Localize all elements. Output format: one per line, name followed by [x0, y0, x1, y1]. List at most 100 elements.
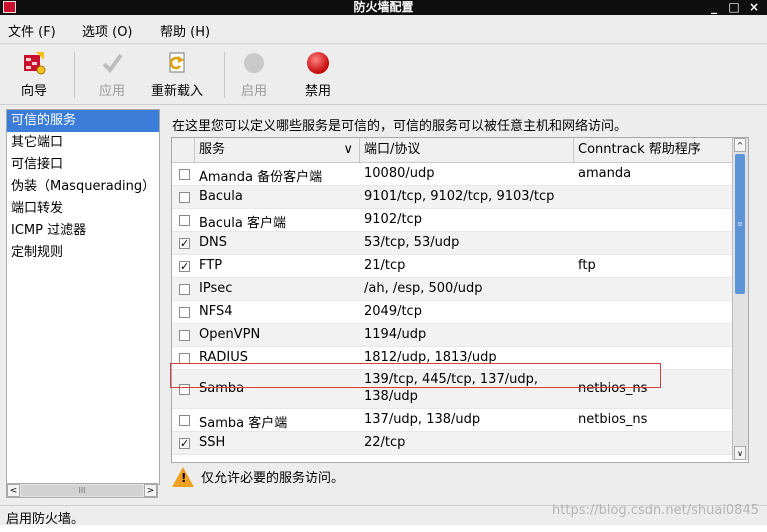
- nav-item[interactable]: 其它端口: [7, 132, 159, 154]
- maximize-button[interactable]: □: [725, 0, 743, 15]
- service-port: 2049/tcp: [364, 304, 422, 319]
- service-name: Bacula: [199, 189, 243, 204]
- service-name: Bacula 客户端: [199, 216, 286, 231]
- toolbar: 向导 应用 重新载入 启用 禁用: [0, 44, 767, 105]
- scroll-thumb[interactable]: III: [21, 485, 143, 496]
- header-check-column: [172, 138, 195, 162]
- wizard-button[interactable]: 向导: [16, 50, 52, 99]
- service-port-continued: 138/udp: [364, 389, 418, 404]
- table-row[interactable]: ✓ DNS 53/tcp, 53/udp: [172, 232, 732, 255]
- disable-label: 禁用: [304, 84, 331, 99]
- service-name: Samba 客户端: [199, 416, 288, 431]
- menu-bar: 文件 (F) 选项 (O) 帮助 (H): [0, 15, 767, 44]
- service-port: 9102/tcp: [364, 212, 422, 227]
- service-name: Amanda 备份客户端: [199, 170, 323, 185]
- toolbar-separator: [74, 52, 75, 98]
- table-body: Amanda 备份客户端 10080/udp amanda Bacula 9101/tc…: [172, 163, 732, 455]
- sort-chevron-icon: ∨: [343, 142, 353, 157]
- service-checkbox[interactable]: [179, 330, 190, 341]
- service-port: 21/tcp: [364, 258, 406, 273]
- table-row[interactable]: Bacula 9101/tcp, 9102/tcp, 9103/tcp: [172, 186, 732, 209]
- service-checkbox[interactable]: [179, 169, 190, 180]
- ftp-row-highlight-box: [170, 363, 661, 388]
- nav-item[interactable]: 可信的服务: [7, 110, 159, 132]
- scroll-left-arrow-icon[interactable]: <: [7, 484, 20, 497]
- window-title: 防火墙配置: [353, 0, 414, 14]
- disable-red-circle-icon: [305, 50, 331, 76]
- header-conntrack[interactable]: Conntrack 帮助程序: [574, 138, 732, 162]
- table-header: 服务 ∨ 端口/协议 Conntrack 帮助程序: [172, 138, 732, 163]
- scroll-thumb[interactable]: ≡: [735, 154, 745, 294]
- apply-label: 应用: [98, 84, 125, 99]
- service-name: IPsec: [199, 281, 233, 296]
- service-checkbox[interactable]: ✓: [179, 438, 190, 449]
- disable-button[interactable]: 禁用: [300, 50, 336, 99]
- table-row[interactable]: ✓ SSH 22/tcp: [172, 432, 732, 455]
- warning-mark: !: [181, 471, 187, 485]
- service-name: FTP: [199, 258, 223, 273]
- toolbar-separator: [224, 52, 225, 98]
- wizard-icon: [21, 50, 47, 76]
- enable-label: 启用: [240, 84, 267, 99]
- warning-text: 仅允许必要的服务访问。: [201, 471, 345, 486]
- reload-button[interactable]: 重新载入: [148, 50, 206, 99]
- service-port: 9101/tcp, 9102/tcp, 9103/tcp: [364, 189, 555, 204]
- service-checkbox[interactable]: [179, 307, 190, 318]
- service-port: 137/udp, 138/udp: [364, 412, 481, 427]
- table-row[interactable]: Bacula 客户端 9102/tcp: [172, 209, 732, 232]
- scroll-right-arrow-icon[interactable]: >: [144, 484, 157, 497]
- table-row[interactable]: NFS4 2049/tcp: [172, 301, 732, 324]
- table-row[interactable]: Samba 客户端 137/udp, 138/udp netbios_ns: [172, 409, 732, 432]
- service-port: /ah, /esp, 500/udp: [364, 281, 483, 296]
- service-name: DNS: [199, 235, 227, 250]
- main-content: 可信的服务 其它端口 可信接口 伪装（Masquerading） 端口转发 ICMP 过滤…: [0, 105, 767, 505]
- enable-circle-icon: [241, 50, 267, 76]
- header-service[interactable]: 服务 ∨: [195, 138, 360, 162]
- table-scrollbar[interactable]: ^ ≡ ∨: [732, 138, 748, 460]
- nav-item[interactable]: 可信接口: [7, 154, 159, 176]
- service-conntrack: amanda: [578, 166, 632, 181]
- header-port[interactable]: 端口/协议: [360, 138, 574, 162]
- service-conntrack: netbios_ns: [578, 412, 648, 427]
- menu-help[interactable]: 帮助 (H): [160, 21, 210, 40]
- service-checkbox[interactable]: [179, 215, 190, 226]
- service-name: NFS4: [199, 304, 233, 319]
- scroll-down-arrow-icon[interactable]: ∨: [734, 446, 746, 460]
- service-checkbox[interactable]: ✓: [179, 238, 190, 249]
- reload-label: 重新载入: [150, 84, 203, 99]
- background-terminal: [0, 525, 767, 532]
- nav-item[interactable]: 端口转发: [7, 198, 159, 220]
- category-list: 可信的服务 其它端口 可信接口 伪装（Masquerading） 端口转发 ICMP 过滤…: [6, 109, 160, 485]
- scroll-up-arrow-icon[interactable]: ^: [734, 138, 746, 152]
- service-conntrack: ftp: [578, 258, 596, 273]
- menu-options[interactable]: 选项 (O): [82, 21, 133, 40]
- table-row[interactable]: OpenVPN 1194/udp: [172, 324, 732, 347]
- table-row[interactable]: ✓ FTP 21/tcp ftp: [172, 255, 732, 278]
- table-row[interactable]: IPsec/ah, /esp, 500/udp: [172, 278, 732, 301]
- service-port: 1194/udp: [364, 327, 427, 342]
- service-checkbox[interactable]: [179, 284, 190, 295]
- checkmark-icon: [99, 50, 125, 76]
- enable-button[interactable]: 启用: [236, 50, 272, 99]
- apply-button[interactable]: 应用: [94, 50, 130, 99]
- services-table: 服务 ∨ 端口/协议 Conntrack 帮助程序 Amanda 备份客户端 10…: [171, 137, 749, 463]
- service-checkbox[interactable]: ✓: [179, 261, 190, 272]
- close-button[interactable]: ×: [745, 0, 763, 15]
- category-list-scrollbar[interactable]: < III >: [6, 483, 158, 498]
- table-row[interactable]: Amanda 备份客户端 10080/udp amanda: [172, 163, 732, 186]
- nav-item[interactable]: 定制规则: [7, 242, 159, 264]
- reload-icon: [164, 50, 190, 76]
- wizard-label: 向导: [20, 84, 47, 99]
- menu-file[interactable]: 文件 (F): [8, 21, 56, 40]
- minimize-button[interactable]: _: [705, 0, 723, 15]
- nav-item[interactable]: 伪装（Masquerading）: [7, 176, 159, 198]
- service-port: 10080/udp: [364, 166, 435, 181]
- service-port: 22/tcp: [364, 435, 406, 450]
- service-name: SSH: [199, 435, 226, 450]
- header-service-label: 服务: [199, 142, 226, 157]
- service-checkbox[interactable]: [179, 192, 190, 203]
- nav-item[interactable]: ICMP 过滤器: [7, 220, 159, 242]
- watermark: https://blog.csdn.net/shuai0845: [552, 503, 759, 518]
- service-checkbox[interactable]: [179, 415, 190, 426]
- services-description: 在这里您可以定义哪些服务是可信的，可信的服务可以被任意主机和网络访问。: [172, 119, 628, 134]
